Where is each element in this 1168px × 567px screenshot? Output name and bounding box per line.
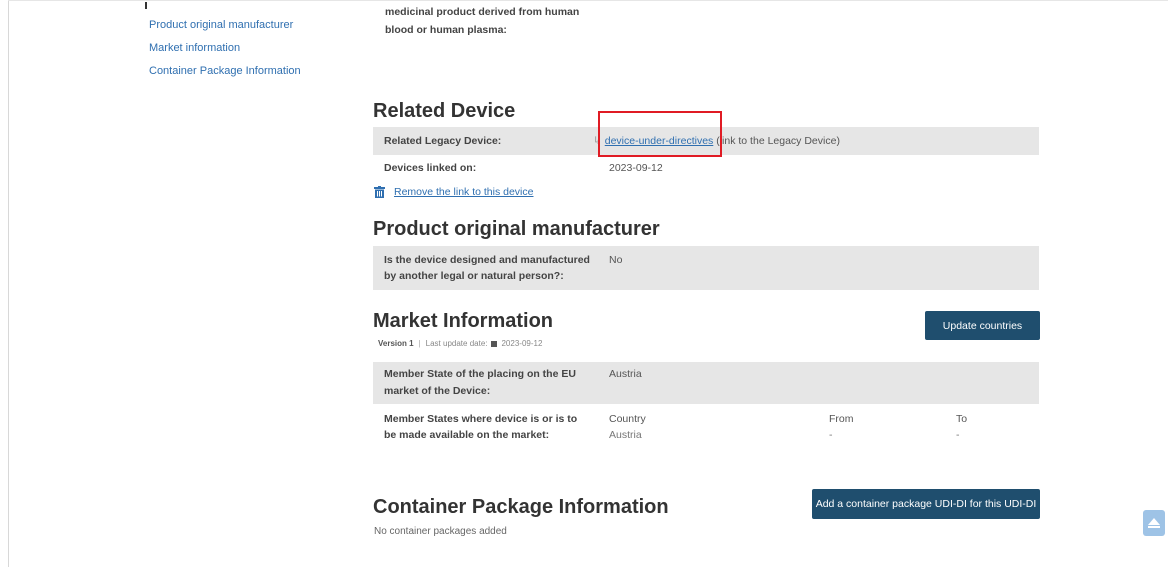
- last-update-value: 2023-09-12: [501, 339, 543, 348]
- trash-icon[interactable]: [374, 186, 385, 198]
- manufacturer-title: Product original manufacturer: [373, 218, 660, 240]
- sidebar-nav: Product original manufacturer Market inf…: [149, 16, 301, 85]
- plasma-label-line2: blood or human plasma:: [385, 24, 507, 36]
- manufacturer-row: Is the device designed and manufactured …: [373, 246, 1039, 290]
- devices-linked-on-label: Devices linked on:: [384, 162, 477, 174]
- remove-link-row: Remove the link to this device: [374, 186, 533, 198]
- available-label-line2: be made available on the market:: [384, 429, 550, 441]
- countries-header-from: From: [829, 413, 854, 425]
- arrow-up-icon: [1148, 518, 1160, 528]
- placing-member-state-row: Member State of the placing on the EU ma…: [373, 362, 1039, 404]
- manufacturer-answer: No: [609, 254, 623, 266]
- sidebar-item-market-information[interactable]: Market information: [149, 39, 301, 62]
- related-legacy-device-label: Related Legacy Device:: [384, 135, 502, 147]
- annotation-highlight-box: [598, 111, 722, 157]
- sidebar-active-marker: [145, 2, 147, 9]
- manufacturer-question-line2: by another legal or natural person?:: [384, 270, 564, 282]
- container-empty-text: No container packages added: [374, 526, 507, 537]
- placing-label-line2: market of the Device:: [384, 385, 491, 397]
- market-version-line: Version 1 | Last update date: 2023-09-12: [378, 339, 543, 348]
- add-container-package-button[interactable]: Add a container package UDI-DI for this …: [812, 489, 1040, 519]
- plasma-label-line1: medicinal product derived from human: [385, 6, 580, 18]
- legacy-device-suffix: (link to the Legacy Device): [716, 135, 840, 147]
- update-countries-button[interactable]: Update countries: [925, 311, 1040, 340]
- placing-label-line1: Member State of the placing on the EU: [384, 368, 576, 380]
- sidebar-item-product-original-manufacturer[interactable]: Product original manufacturer: [149, 16, 301, 39]
- available-member-states-row: Member States where device is or is to b…: [373, 408, 1039, 448]
- page-top-border: [8, 0, 1168, 1]
- calendar-icon: [491, 340, 498, 347]
- last-update-label: Last update date:: [425, 339, 488, 348]
- remove-link-button[interactable]: Remove the link to this device: [394, 186, 533, 198]
- related-device-title: Related Device: [373, 100, 516, 122]
- page-left-border: [8, 0, 9, 567]
- sidebar-item-container-package-information[interactable]: Container Package Information: [149, 62, 301, 85]
- placing-value: Austria: [609, 368, 642, 380]
- countries-row-from: -: [829, 429, 833, 441]
- countries-row-country: Austria: [609, 429, 642, 441]
- countries-row-to: -: [956, 429, 960, 441]
- market-information-title: Market Information: [373, 310, 554, 332]
- scroll-to-top-button[interactable]: [1143, 510, 1165, 536]
- container-package-title: Container Package Information: [373, 496, 669, 518]
- market-version: Version 1: [378, 339, 414, 348]
- devices-linked-on-value: 2023-09-12: [609, 162, 663, 174]
- devices-linked-on-row: Devices linked on: 2023-09-12: [373, 157, 1039, 179]
